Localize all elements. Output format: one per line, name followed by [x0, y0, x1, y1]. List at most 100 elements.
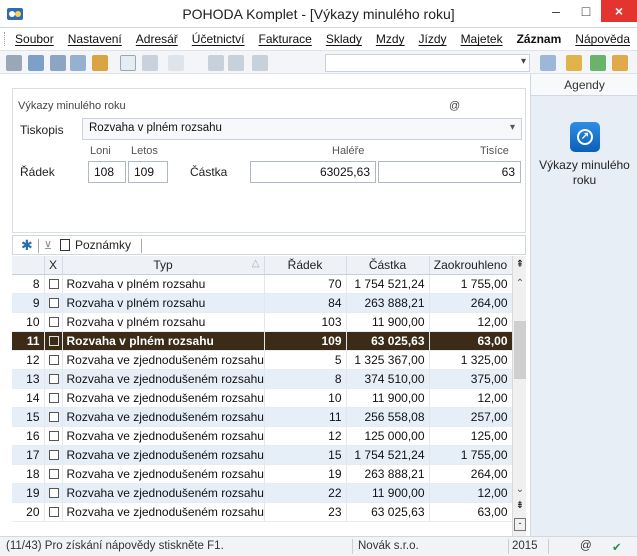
tiskopis-select[interactable]: Rozvaha v plném rozsahu ▾: [82, 118, 522, 140]
row-zaokrouhleno: 375,00: [429, 369, 513, 389]
scroll-top-icon[interactable]: ⇞: [513, 259, 527, 270]
row-checkbox[interactable]: [44, 407, 63, 427]
row-checkbox[interactable]: [44, 445, 63, 465]
table-row[interactable]: 16 Rozvaha ve zjednodušeném rozsahu 12 1…: [12, 426, 513, 446]
tisice-field[interactable]: 63: [378, 161, 521, 183]
folder-icon[interactable]: [566, 55, 582, 71]
tools-icon[interactable]: [28, 55, 44, 71]
users-icon[interactable]: [612, 55, 628, 71]
open-icon[interactable]: [6, 55, 22, 71]
table-row[interactable]: 10 Rozvaha v plném rozsahu 103 11 900,00…: [12, 312, 513, 332]
filter-icon[interactable]: [540, 55, 556, 71]
col-header-radek[interactable]: Řádek: [264, 256, 347, 275]
table-row[interactable]: 15 Rozvaha ve zjednodušeném rozsahu 11 2…: [12, 407, 513, 427]
back-icon[interactable]: [168, 55, 184, 71]
row-checkbox[interactable]: [44, 388, 63, 408]
col-header-x[interactable]: X: [44, 256, 63, 275]
report-icon[interactable]: ↗: [570, 122, 600, 152]
table-row[interactable]: 19 Rozvaha ve zjednodušeném rozsahu 22 1…: [12, 483, 513, 503]
export-icon[interactable]: [92, 55, 108, 71]
menu-jizdy[interactable]: Jízdy: [412, 32, 454, 46]
print-icon[interactable]: [50, 55, 66, 71]
table-row[interactable]: 13 Rozvaha ve zjednodušeném rozsahu 8 37…: [12, 369, 513, 389]
row-checkbox[interactable]: [44, 350, 63, 370]
row-zaokrouhleno: 12,00: [429, 388, 513, 408]
row-castka: 63 025,63: [346, 331, 430, 351]
row-number: 9: [12, 293, 45, 313]
row-checkbox[interactable]: [44, 502, 63, 522]
menu-sklady[interactable]: Sklady: [319, 32, 369, 46]
row-checkbox[interactable]: [44, 426, 63, 446]
halere-field[interactable]: 63025,63: [250, 161, 376, 183]
sort-icon: △: [251, 258, 260, 269]
filter-icon[interactable]: ⊻: [44, 239, 52, 252]
status-at-icon[interactable]: @: [580, 540, 592, 552]
menu-zaznam[interactable]: Záznam: [510, 32, 569, 46]
scroll-down-icon[interactable]: ⌄: [513, 484, 527, 495]
table-row-selected[interactable]: 11 Rozvaha v plném rozsahu 109 63 025,63…: [12, 331, 513, 351]
scroll-bottom-icon[interactable]: ⇟: [513, 500, 527, 511]
quick-search-combo[interactable]: ▾: [325, 54, 530, 72]
row-checkbox[interactable]: [44, 369, 63, 389]
close-button[interactable]: ×: [601, 0, 637, 22]
letos-field[interactable]: 109: [128, 161, 168, 183]
status-year[interactable]: 2015: [512, 540, 538, 552]
row-checkbox[interactable]: [44, 274, 63, 294]
table-row[interactable]: 12 Rozvaha ve zjednodušeném rozsahu 5 1 …: [12, 350, 513, 370]
table-scrollbar[interactable]: ⇞ ⌃ ⌄ ⇟ -: [512, 256, 526, 536]
table-row[interactable]: 20 Rozvaha ve zjednodušeném rozsahu 23 6…: [12, 502, 513, 522]
menu-adresar[interactable]: Adresář: [129, 32, 185, 46]
save-all-icon[interactable]: [228, 55, 244, 71]
menu-soubor[interactable]: Soubor: [8, 32, 61, 46]
row-castka: 374 510,00: [346, 369, 430, 389]
maximize-button[interactable]: □: [572, 0, 600, 22]
col-header-castka[interactable]: Částka: [346, 256, 430, 275]
copy-icon[interactable]: [252, 55, 268, 71]
tab-poznamky[interactable]: Poznámky: [75, 238, 131, 252]
agenda-item-vykazy[interactable]: Výkazy minulého roku: [531, 158, 637, 188]
minimize-button[interactable]: –: [542, 0, 570, 22]
calculator-icon[interactable]: [590, 55, 606, 71]
status-ok-icon[interactable]: ✔: [612, 540, 622, 554]
scroll-up-icon[interactable]: ⌃: [513, 278, 527, 289]
form-title: Výkazy minulého roku: [18, 100, 126, 112]
table-row[interactable]: 9 Rozvaha v plném rozsahu 84 263 888,21 …: [12, 293, 513, 313]
row-typ: Rozvaha ve zjednodušeném rozsahu: [62, 483, 265, 503]
asterisk-icon[interactable]: ✱: [21, 237, 33, 254]
row-checkbox[interactable]: [44, 483, 63, 503]
toolbar: ▾: [0, 50, 637, 74]
menu-mzdy[interactable]: Mzdy: [369, 32, 412, 46]
save-icon[interactable]: [208, 55, 224, 71]
row-radek: 5: [264, 350, 347, 370]
col-header-index[interactable]: [12, 256, 45, 275]
scroll-end-icon[interactable]: -: [514, 518, 526, 531]
loni-field[interactable]: 108: [88, 161, 126, 183]
menu-napoveda[interactable]: Nápověda: [568, 32, 637, 46]
row-number: 10: [12, 312, 45, 332]
row-checkbox[interactable]: [44, 293, 63, 313]
menu-nastaveni[interactable]: Nastavení: [61, 32, 129, 46]
col-header-zaokrouhleno[interactable]: Zaokrouhleno: [429, 256, 513, 275]
at-icon[interactable]: @: [449, 100, 460, 112]
table-row[interactable]: 8 Rozvaha v plném rozsahu 70 1 754 521,2…: [12, 274, 513, 294]
table-row[interactable]: 18 Rozvaha ve zjednodušeném rozsahu 19 2…: [12, 464, 513, 484]
row-radek: 19: [264, 464, 347, 484]
status-bar: (11/43) Pro získání nápovědy stiskněte F…: [0, 536, 637, 556]
row-typ: Rozvaha v plném rozsahu: [62, 312, 265, 332]
scroll-thumb[interactable]: [514, 321, 526, 379]
table-row[interactable]: 17 Rozvaha ve zjednodušeném rozsahu 15 1…: [12, 445, 513, 465]
row-checkbox[interactable]: [44, 312, 63, 332]
print-preview-icon[interactable]: [70, 55, 86, 71]
row-checkbox[interactable]: [44, 331, 63, 351]
menu-majetek[interactable]: Majetek: [454, 32, 510, 46]
row-typ: Rozvaha ve zjednodušeném rozsahu: [62, 464, 265, 484]
menu-fakturace[interactable]: Fakturace: [251, 32, 318, 46]
menu-ucetnictvi[interactable]: Účetnictví: [185, 32, 252, 46]
menu-bar: Soubor Nastavení Adresář Účetnictví Fakt…: [0, 28, 637, 50]
col-header-typ[interactable]: Typ △: [62, 256, 265, 275]
edit-icon[interactable]: [142, 55, 158, 71]
row-checkbox[interactable]: [44, 464, 63, 484]
table-row[interactable]: 14 Rozvaha ve zjednodušeném rozsahu 10 1…: [12, 388, 513, 408]
tiskopis-value: Rozvaha v plném rozsahu: [89, 122, 222, 134]
new-record-icon[interactable]: [120, 55, 136, 71]
